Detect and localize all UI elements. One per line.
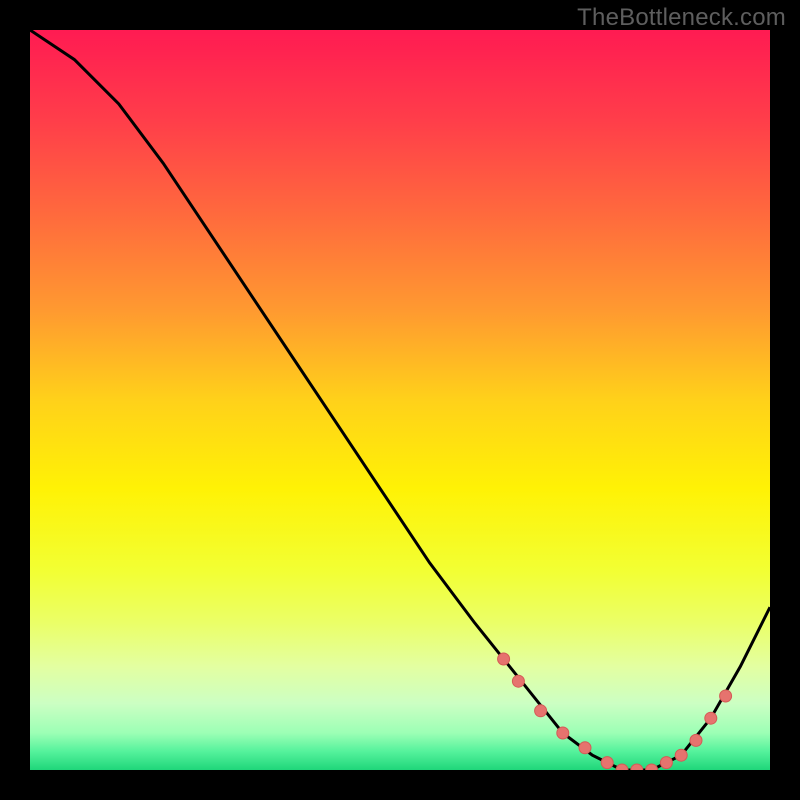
curve-marker [512, 675, 524, 687]
curve-marker [498, 653, 510, 665]
gradient-background [30, 30, 770, 770]
curve-marker [705, 712, 717, 724]
watermark-text: TheBottleneck.com [577, 4, 786, 32]
curve-marker [690, 734, 702, 746]
curve-chart [30, 30, 770, 770]
curve-marker [579, 742, 591, 754]
curve-marker [535, 705, 547, 717]
chart-frame: TheBottleneck.com [0, 0, 800, 800]
curve-marker [720, 690, 732, 702]
plot-area [30, 30, 770, 770]
curve-marker [557, 727, 569, 739]
curve-marker [660, 757, 672, 769]
curve-marker [601, 757, 613, 769]
curve-marker [675, 749, 687, 761]
